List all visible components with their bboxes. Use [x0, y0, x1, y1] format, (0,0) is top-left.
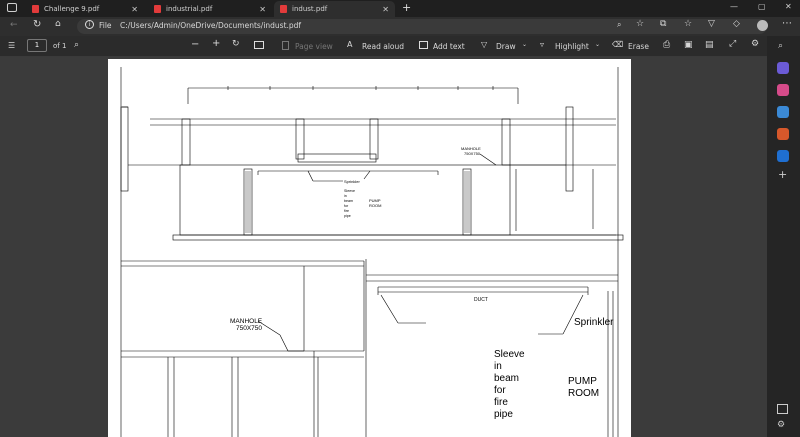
- sleeve-label: fire: [494, 397, 508, 408]
- page-view-icon: [282, 41, 289, 50]
- find-icon[interactable]: ⌕: [74, 40, 79, 50]
- sleeve-label-small: in: [344, 194, 347, 198]
- url-text[interactable]: C:/Users/Admin/OneDrive/Documents/indust…: [120, 21, 301, 30]
- outlook-icon[interactable]: [777, 150, 789, 162]
- sleeve-label-small: pipe: [344, 214, 351, 218]
- room-label-small: ROOM: [369, 203, 381, 208]
- print-icon[interactable]: ⎙: [663, 40, 670, 50]
- tab-strip: Challenge 9.pdf ✕ industrial.pdf ✕ indus…: [0, 0, 800, 17]
- highlight-icon: ▿: [540, 40, 545, 49]
- more-menu-icon[interactable]: ⋯: [782, 18, 792, 29]
- tab-industrial[interactable]: industrial.pdf ✕: [148, 1, 272, 17]
- page-number-input[interactable]: 1: [27, 39, 47, 52]
- fullscreen-icon[interactable]: ⤢: [729, 39, 736, 49]
- pdf-file-icon: [32, 5, 39, 13]
- favorites-icon[interactable]: ☆: [684, 19, 692, 29]
- save-as-icon[interactable]: ▤: [705, 40, 714, 50]
- page-total: of 1: [53, 42, 67, 50]
- erase-button[interactable]: Erase: [628, 42, 649, 51]
- navigation-bar: ← ↻ ⌂ i File C:/Users/Admin/OneDrive/Doc…: [0, 17, 800, 36]
- rotate-icon[interactable]: ↻: [232, 39, 240, 49]
- read-aloud-button[interactable]: Read aloud: [362, 42, 404, 51]
- sidebar-settings-icon[interactable]: ⚙: [777, 420, 785, 430]
- favorite-add-icon[interactable]: ☆: [636, 19, 644, 29]
- sleeve-label-small: Sleeve: [344, 189, 355, 193]
- maximize-button[interactable]: ▢: [758, 2, 766, 11]
- tab-title: industrial.pdf: [166, 5, 213, 13]
- shopping-icon[interactable]: [777, 84, 789, 96]
- browser-essentials-icon[interactable]: ◇: [733, 19, 740, 29]
- sprinkler-label: Sprinkler: [574, 317, 614, 328]
- pdf-viewer[interactable]: MANHOLE 750X750 Sprinkler Sleeve in beam…: [0, 57, 767, 437]
- room-label: ROOM: [568, 388, 599, 399]
- tab-title: Challenge 9.pdf: [44, 5, 100, 13]
- draw-button[interactable]: Draw: [496, 42, 516, 51]
- sleeve-label: for: [494, 385, 506, 396]
- read-aloud-icon: A: [347, 40, 353, 49]
- sleeve-label-small: fire: [344, 209, 349, 213]
- manhole-size-small: 750X750: [464, 151, 481, 156]
- split-screen-icon[interactable]: ⧉: [660, 19, 666, 29]
- highlight-button[interactable]: Highlight: [555, 42, 589, 51]
- contents-icon[interactable]: ☰: [8, 41, 15, 50]
- profile-avatar[interactable]: [757, 20, 768, 31]
- sidebar-layout-icon[interactable]: [777, 404, 788, 414]
- close-window-button[interactable]: ✕: [785, 2, 792, 11]
- sleeve-label-small: beam: [344, 199, 353, 203]
- close-tab-icon[interactable]: ✕: [382, 5, 389, 14]
- save-icon[interactable]: ▣: [684, 40, 693, 50]
- manhole-label: MANHOLE: [230, 318, 263, 325]
- pdf-page: MANHOLE 750X750 Sprinkler Sleeve in beam…: [108, 59, 631, 437]
- cad-drawing: MANHOLE 750X750 Sprinkler Sleeve in beam…: [120, 67, 624, 437]
- close-tab-icon[interactable]: ✕: [131, 5, 138, 14]
- fit-page-icon[interactable]: [254, 41, 264, 49]
- duct-label: DUCT: [474, 297, 488, 303]
- extensions-icon[interactable]: ▽: [708, 19, 715, 29]
- refresh-icon[interactable]: ↻: [33, 19, 41, 30]
- home-icon[interactable]: ⌂: [55, 19, 61, 29]
- copilot-icon[interactable]: [777, 62, 789, 74]
- info-icon[interactable]: i: [85, 20, 94, 29]
- add-text-icon: [419, 41, 428, 49]
- sleeve-label: in: [494, 361, 502, 372]
- sprinkler-label-small: Sprinkler: [344, 179, 360, 184]
- close-tab-icon[interactable]: ✕: [259, 5, 266, 14]
- draw-icon: ▽: [481, 40, 488, 49]
- chevron-down-icon[interactable]: ⌄: [595, 41, 600, 48]
- sidebar-search-icon[interactable]: ⌕: [778, 41, 783, 51]
- sleeve-label-small: for: [344, 204, 349, 208]
- new-tab-button[interactable]: +: [402, 1, 411, 14]
- edge-sidebar: ⌕ + ⚙: [767, 36, 800, 437]
- pdf-toolbar: ☰ 1 of 1 ⌕ − + ↻ Page view A Read aloud …: [0, 36, 800, 57]
- settings-icon[interactable]: ⚙: [751, 39, 759, 49]
- erase-icon: ⌫: [612, 40, 624, 49]
- page-view-button[interactable]: Page view: [295, 42, 333, 51]
- tab-indust[interactable]: indust.pdf ✕: [274, 1, 395, 17]
- back-icon[interactable]: ←: [10, 20, 18, 30]
- pump-label: PUMP: [568, 376, 597, 387]
- add-text-button[interactable]: Add text: [433, 42, 465, 51]
- minimize-button[interactable]: —: [730, 2, 738, 11]
- zoom-out-icon[interactable]: −: [191, 39, 199, 50]
- sleeve-label: Sleeve: [494, 349, 525, 360]
- tab-actions-icon[interactable]: [7, 3, 17, 12]
- tab-challenge9[interactable]: Challenge 9.pdf ✕: [26, 1, 144, 17]
- zoom-in-icon[interactable]: +: [212, 38, 220, 49]
- scheme-label: File: [99, 21, 112, 30]
- zoom-icon[interactable]: ⌕: [617, 20, 621, 30]
- chevron-down-icon[interactable]: ⌄: [522, 41, 527, 48]
- sleeve-label: pipe: [494, 409, 513, 420]
- office-icon[interactable]: [777, 128, 789, 140]
- manhole-size-label: 750X750: [236, 325, 262, 332]
- pdf-file-icon: [280, 5, 287, 13]
- pdf-file-icon: [154, 5, 161, 13]
- add-sidebar-app-icon[interactable]: +: [778, 168, 787, 181]
- tools-icon[interactable]: [777, 106, 789, 118]
- sleeve-label: beam: [494, 373, 519, 384]
- tab-title: indust.pdf: [292, 5, 328, 13]
